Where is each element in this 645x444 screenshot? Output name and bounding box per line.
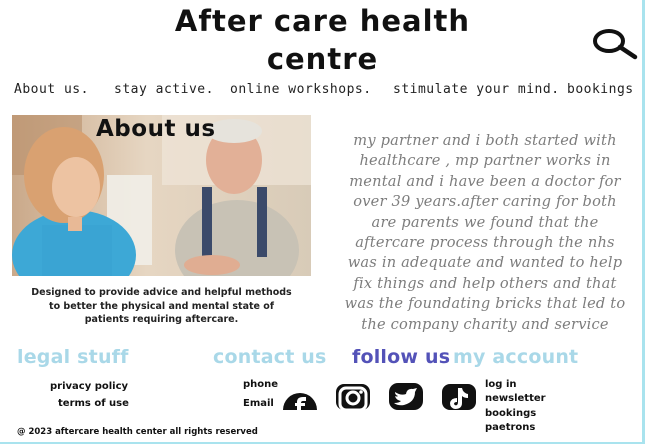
- hero-caption-line: Designed to provide advice and helpful m…: [31, 287, 292, 298]
- instagram-icon[interactable]: [334, 380, 372, 410]
- login-link[interactable]: log in: [485, 379, 516, 390]
- about-line: my partner and i both started with: [353, 132, 617, 149]
- nav-stimulate-your-mind[interactable]: stimulate your mind.: [393, 82, 560, 97]
- privacy-policy-link[interactable]: privacy policy: [50, 381, 128, 392]
- hero-caption-line: patients requiring aftercare.: [84, 314, 239, 325]
- about-line: healthcare , mp partner works in: [359, 152, 611, 170]
- site-title-line-2: centre: [266, 42, 379, 76]
- bookings-link[interactable]: bookings: [485, 408, 536, 419]
- nav-stay-active[interactable]: stay active.: [114, 82, 214, 97]
- about-line: the company charity and service: [361, 315, 609, 333]
- copyright-text: @ 2023 aftercare health center all right…: [17, 427, 258, 437]
- about-paragraph: my partner and i both started with healt…: [332, 131, 638, 335]
- hero-caption-line: to better the physical and mental state …: [49, 300, 274, 312]
- footer-legal-heading: legal stuff: [17, 346, 129, 368]
- about-line: was in adequate and wanted to help: [347, 254, 623, 272]
- nav-online-workshops[interactable]: online workshops.: [230, 82, 372, 97]
- hero-caption: Designed to provide advice and helpful m…: [14, 286, 309, 327]
- phone-link[interactable]: phone: [243, 379, 278, 390]
- tiktok-icon[interactable]: [440, 380, 478, 410]
- about-us-heading: About us: [96, 116, 216, 142]
- about-line: was the foundating bricks that led to: [344, 295, 626, 313]
- about-line: mental and i have been a doctor for: [349, 172, 621, 190]
- newsletter-link[interactable]: newsletter: [485, 393, 546, 404]
- main-nav: About us. stay active. online workshops.…: [0, 82, 645, 100]
- footer-follow-heading: follow us: [352, 346, 451, 368]
- about-line: are parents we found that the: [371, 213, 599, 231]
- facebook-icon[interactable]: [281, 380, 319, 410]
- terms-of-use-link[interactable]: terms of use: [58, 398, 129, 409]
- footer-contact-heading: contact us: [213, 346, 327, 368]
- site-title-line-1: After care health: [174, 4, 471, 38]
- nav-bookings[interactable]: bookings: [567, 82, 634, 97]
- email-link[interactable]: Email: [243, 398, 274, 409]
- about-line: aftercare process through the nhs: [355, 234, 615, 252]
- about-line: over 39 years.after caring for both: [353, 193, 617, 211]
- site-title: After care health centre: [150, 2, 495, 78]
- footer-account-heading: my account: [453, 346, 579, 368]
- patrons-link[interactable]: paetrons: [485, 422, 535, 433]
- twitter-icon[interactable]: [387, 380, 425, 410]
- about-line: fix things and help others and that: [353, 274, 617, 292]
- nav-about-us[interactable]: About us.: [14, 82, 89, 97]
- search-icon[interactable]: [590, 26, 640, 62]
